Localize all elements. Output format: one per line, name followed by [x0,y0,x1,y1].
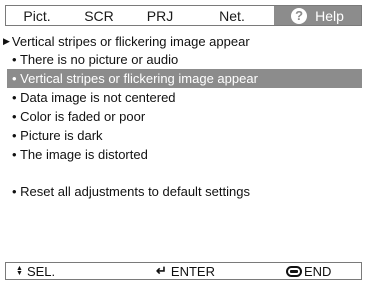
menu-tab-bar: Pict. SCR PRJ Net. ? Help [5,5,362,26]
help-topic-list: • There is no picture or audio • Vertica… [7,50,362,164]
help-item-label: Vertical stripes or flickering image app… [20,71,258,86]
tab-projector[interactable]: PRJ [130,6,190,25]
help-item-picture-dark[interactable]: • Picture is dark [7,126,362,145]
up-down-arrow-icon: ▲ ▼ [16,265,23,277]
tab-projector-label: PRJ [146,7,174,24]
help-item-color-faded[interactable]: • Color is faded or poor [7,107,362,126]
end-hint-label: END [304,263,332,279]
tab-help-label: Help [315,7,344,24]
help-item-not-centered[interactable]: • Data image is not centered [7,88,362,107]
enter-hint-label: ENTER [170,263,215,279]
help-item-label: There is no picture or audio [19,52,179,67]
tab-picture[interactable]: Pict. [6,6,68,25]
tab-screen-label: SCR [84,7,114,24]
help-item-no-picture[interactable]: • There is no picture or audio [7,50,362,69]
end-hint: END [286,263,331,279]
current-topic-heading: ▶ Vertical stripes or flickering image a… [3,34,250,49]
tab-help[interactable]: ? Help [274,6,361,25]
help-item-label: Color is faded or poor [20,109,146,124]
tab-network[interactable]: Net. [190,6,274,25]
tab-screen[interactable]: SCR [68,6,130,25]
enter-arrow-icon: ↵ [156,263,167,278]
help-item-label: The image is distorted [19,147,148,162]
guide-bar: ▲ ▼ SEL. ↵ ENTER END [5,262,362,280]
help-item-label: Data image is not centered [20,90,176,105]
tab-network-label: Net. [219,7,245,24]
reset-all-item[interactable]: • Reset all adjustments to default setti… [12,184,250,199]
current-topic-label: Vertical stripes or flickering image app… [11,34,250,49]
help-item-vertical-stripes[interactable]: • Vertical stripes or flickering image a… [7,69,362,88]
reset-all-label: Reset all adjustments to default setting… [20,184,250,199]
menu-end-icon [286,265,302,277]
help-item-image-distorted[interactable]: • The image is distorted [7,145,362,164]
enter-hint: ↵ ENTER [156,263,215,279]
tab-picture-label: Pict. [23,7,51,24]
pointer-arrow-icon: ▶ [3,36,10,46]
help-item-label: Picture is dark [20,128,103,143]
help-menu-screen: Pict. SCR PRJ Net. ? Help ▶ Vertical str… [0,0,368,284]
select-hint: ▲ ▼ SEL. [16,263,55,279]
question-icon: ? [291,7,308,24]
select-hint-label: SEL. [26,263,56,279]
